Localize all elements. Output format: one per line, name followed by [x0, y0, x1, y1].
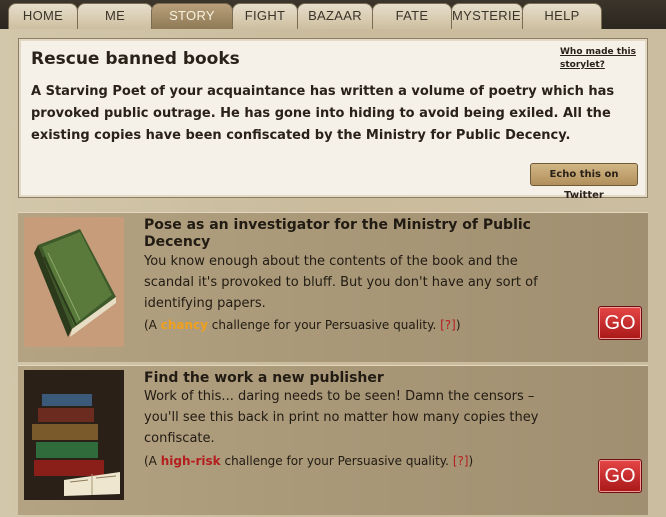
branch-option: Find the work a new publisher Work of th… — [18, 365, 648, 515]
storylet-title: Rescue banned books — [31, 49, 240, 69]
branch-option: Pose as an investigator for the Ministry… — [18, 212, 648, 362]
tab-mysteries[interactable]: MYSTERIES — [451, 3, 530, 29]
tab-me[interactable]: ME — [77, 3, 153, 29]
tab-help[interactable]: HELP — [522, 3, 602, 29]
challenge-level: chancy — [160, 318, 208, 332]
branch-description: Work of this... daring needs to be seen!… — [144, 389, 539, 446]
go-button[interactable]: GO — [598, 306, 642, 340]
green-book-icon — [24, 217, 124, 347]
who-made-this-link[interactable]: Who made this storylet? — [560, 46, 640, 72]
branch-title: Find the work a new publisher — [144, 370, 384, 386]
book-stack-icon — [24, 370, 124, 500]
tab-bazaar[interactable]: BAZAAR — [297, 3, 373, 29]
tab-fight[interactable]: FIGHT — [232, 3, 298, 29]
storylet-description: A Starving Poet of your acquaintance has… — [31, 84, 615, 143]
branch-title: Pose as an investigator for the Ministry… — [144, 217, 531, 250]
story-panel: Rescue banned books Who made this storyl… — [0, 29, 666, 517]
main-nav-tabs: HOME ME STORY FIGHT BAZAAR FATE MYSTERIE… — [0, 0, 666, 30]
tab-home[interactable]: HOME — [8, 3, 78, 29]
echo-twitter-button[interactable]: Echo this on Twitter — [530, 163, 638, 201]
tab-fate[interactable]: FATE — [372, 3, 452, 29]
go-button[interactable]: GO — [598, 459, 642, 493]
branch-description: You know enough about the contents of th… — [144, 254, 538, 311]
tab-story[interactable]: STORY — [151, 3, 233, 29]
challenge-level: high-risk — [160, 454, 221, 468]
challenge-help-link[interactable]: [?] — [440, 318, 456, 332]
challenge-text: (A high-risk challenge for your Persuasi… — [144, 454, 474, 468]
challenge-help-link[interactable]: [?] — [453, 454, 469, 468]
storylet-box: Rescue banned books Who made this storyl… — [18, 38, 648, 201]
challenge-text: (A chancy challenge for your Persuasive … — [144, 318, 461, 332]
